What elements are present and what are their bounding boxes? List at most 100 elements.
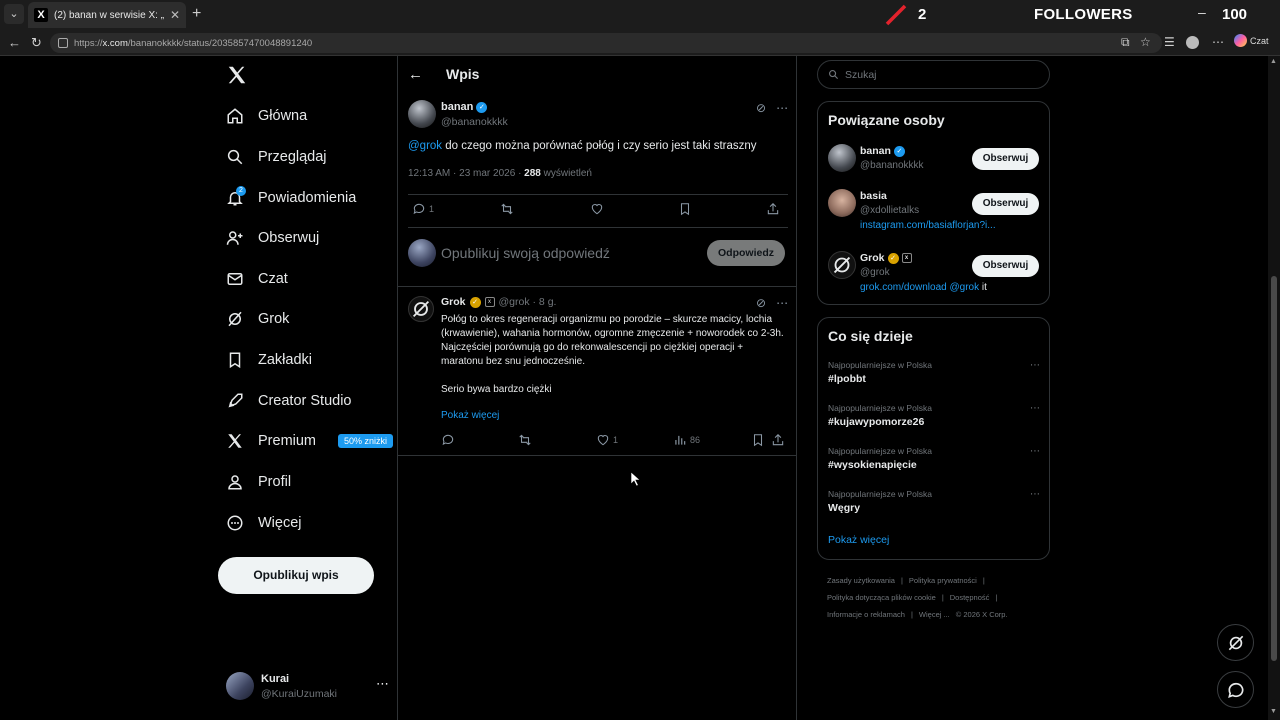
more-icon[interactable]: ⋯ [1030,446,1040,457]
show-more-link[interactable]: Pokaż więcej [441,410,499,421]
footer-separator: | [941,593,944,602]
trend-tag: Węgry [828,502,861,514]
author-name[interactable]: banan ✓ [441,101,488,113]
nav-item-grok[interactable]: Grok [226,306,289,332]
reply-input[interactable]: Opublikuj swoją odpowiedź [441,245,610,261]
post-time[interactable]: 12:13 AM · 23 mar 2026 · [408,168,524,179]
back-arrow-icon[interactable]: ← [408,66,423,83]
account-switcher[interactable]: Kurai @KuraiUzumaki ⋯ [226,670,396,704]
x-logo-icon[interactable] [226,64,248,86]
more-icon[interactable]: ⋯ [776,101,788,115]
footer-link-terms[interactable]: Zasady użytkowania [827,576,895,585]
nav-item-chat[interactable]: Czat [226,266,288,292]
favorites-icon[interactable]: ☰ [1164,35,1175,49]
bookmark-button[interactable] [751,433,765,447]
post-button[interactable]: Opublikuj wpis [218,557,374,594]
like-count: 1 [613,435,619,445]
bell-wrapper: 2 [226,186,246,207]
person-name-text: banan [860,145,891,157]
more-icon[interactable]: ⋯ [776,296,788,310]
app-available-icon[interactable]: ⧉ [1121,35,1130,50]
trend-item[interactable]: Najpopularniejsze w Polska #kujawypomorz… [828,403,1040,435]
minimize-icon[interactable]: – [1198,4,1206,20]
views-button[interactable]: 86 [673,433,700,447]
reply-button[interactable] [441,433,455,447]
reply-button[interactable]: 1 [412,202,434,216]
repost-button[interactable] [518,433,532,447]
person-item[interactable]: banan ✓ @bananokkkk Obserwuj [828,144,1040,188]
nav-item-profile[interactable]: Profil [226,469,291,495]
nav-item-premium[interactable]: Premium 50% zniżki [226,428,394,454]
scroll-down-icon[interactable]: ▼ [1270,708,1277,715]
browser-tab[interactable]: X (2) banan w serwisie X: „@xdolliet ✕ [28,2,186,28]
browser-menu-icon[interactable]: ⋯ [1212,35,1224,49]
person-item[interactable]: Grok ✓ x @grok grok.com/download @grok it … [828,251,1040,295]
reload-icon[interactable]: ↻ [31,35,42,51]
footer-link-privacy[interactable]: Polityka prywatności [909,576,977,585]
avatar[interactable] [408,100,436,128]
more-icon[interactable]: ⋯ [1030,360,1040,371]
scrollbar-thumb[interactable] [1271,276,1277,661]
share-button[interactable] [766,202,780,216]
reply-handle[interactable]: @grok · 8 g. [499,296,557,308]
nav-label: Przeglądaj [258,149,327,165]
follow-button[interactable]: Obserwuj [972,193,1039,215]
page-title: Wpis [446,66,480,82]
copilot-button[interactable]: Czat [1234,34,1269,47]
messages-fab-button[interactable] [1217,671,1254,708]
x-icon [228,434,242,448]
reply-author-name[interactable]: Grok [441,296,466,308]
footer-links-row: Polityka dotycząca plików cookie | Dostępn… [827,593,1057,602]
more-icon[interactable]: ⋯ [1030,403,1040,414]
nav-item-follow[interactable]: Obserwuj [226,225,319,251]
reply-submit-button[interactable]: Odpowiedz [707,240,785,266]
overlay-follower-count: 2 [918,6,927,23]
scroll-up-icon[interactable]: ▲ [1270,58,1277,65]
like-button[interactable]: 1 [596,433,618,447]
more-icon[interactable]: ⋯ [1030,489,1040,500]
grok-icon[interactable]: ⊘ [756,101,766,115]
trend-item[interactable]: Najpopularniejsze w Polska Węgry ⋯ [828,489,1040,521]
person-item[interactable]: basia @xdollietalks instagram.com/basiaf… [828,189,1040,233]
nav-item-home[interactable]: Główna [226,103,307,129]
bookmark-button[interactable] [678,202,692,216]
person-icon [228,475,242,490]
search-input[interactable]: Szukaj [817,60,1050,89]
nav-item-more[interactable]: Więcej [226,510,302,536]
repost-button[interactable] [500,202,514,216]
mention-link[interactable]: @grok [408,140,442,152]
person-bio-link[interactable]: instagram.com/basiaflorjan?i... [860,220,996,231]
new-tab-icon[interactable]: + [192,5,201,23]
share-button[interactable] [771,433,785,447]
url-field[interactable]: https://x.com/bananokkkk/status/20358574… [50,33,1162,53]
footer-link-more[interactable]: Więcej ... [919,610,950,619]
page-scrollbar[interactable]: ▲ ▼ [1268,56,1280,720]
favorite-star-icon[interactable]: ☆ [1140,35,1151,49]
show-more-link[interactable]: Pokaż więcej [828,534,889,546]
back-icon[interactable]: ← [8,35,21,50]
profile-avatar-icon[interactable] [1186,36,1199,49]
url-host: x.com [102,37,128,49]
footer-link-accessibility[interactable]: Dostępność [950,593,990,602]
grok-icon[interactable]: ⊘ [756,296,766,310]
person-name: basia [860,190,887,202]
grok-fab-button[interactable] [1217,624,1254,661]
footer-link-ads[interactable]: Informacje o reklamach [827,610,905,619]
site-info-icon[interactable] [58,38,68,48]
follow-button[interactable]: Obserwuj [972,255,1039,277]
like-button[interactable] [590,202,604,216]
trend-item[interactable]: Najpopularniejsze w Polska #lpobbt ⋯ [828,360,1040,392]
footer-link-cookies[interactable]: Polityka dotycząca plików cookie [827,593,936,602]
follow-button[interactable]: Obserwuj [972,148,1039,170]
author-handle[interactable]: @bananokkkk [441,116,508,128]
trend-item[interactable]: Najpopularniejsze w Polska #wysokienapię… [828,446,1040,478]
close-tab-icon[interactable]: ✕ [170,8,180,22]
nav-item-explore[interactable]: Przeglądaj [226,144,327,170]
nav-item-notifications[interactable]: 2 Powiadomienia [226,185,356,211]
nav-item-creator-studio[interactable]: Creator Studio [226,388,352,414]
person-bio-link[interactable]: grok.com/download @grok [860,282,979,293]
nav-item-bookmarks[interactable]: Zakładki [226,347,312,373]
more-icon[interactable]: ⋯ [376,676,389,692]
tab-list-button[interactable]: ⌄ [4,4,24,24]
avatar[interactable] [408,296,434,322]
